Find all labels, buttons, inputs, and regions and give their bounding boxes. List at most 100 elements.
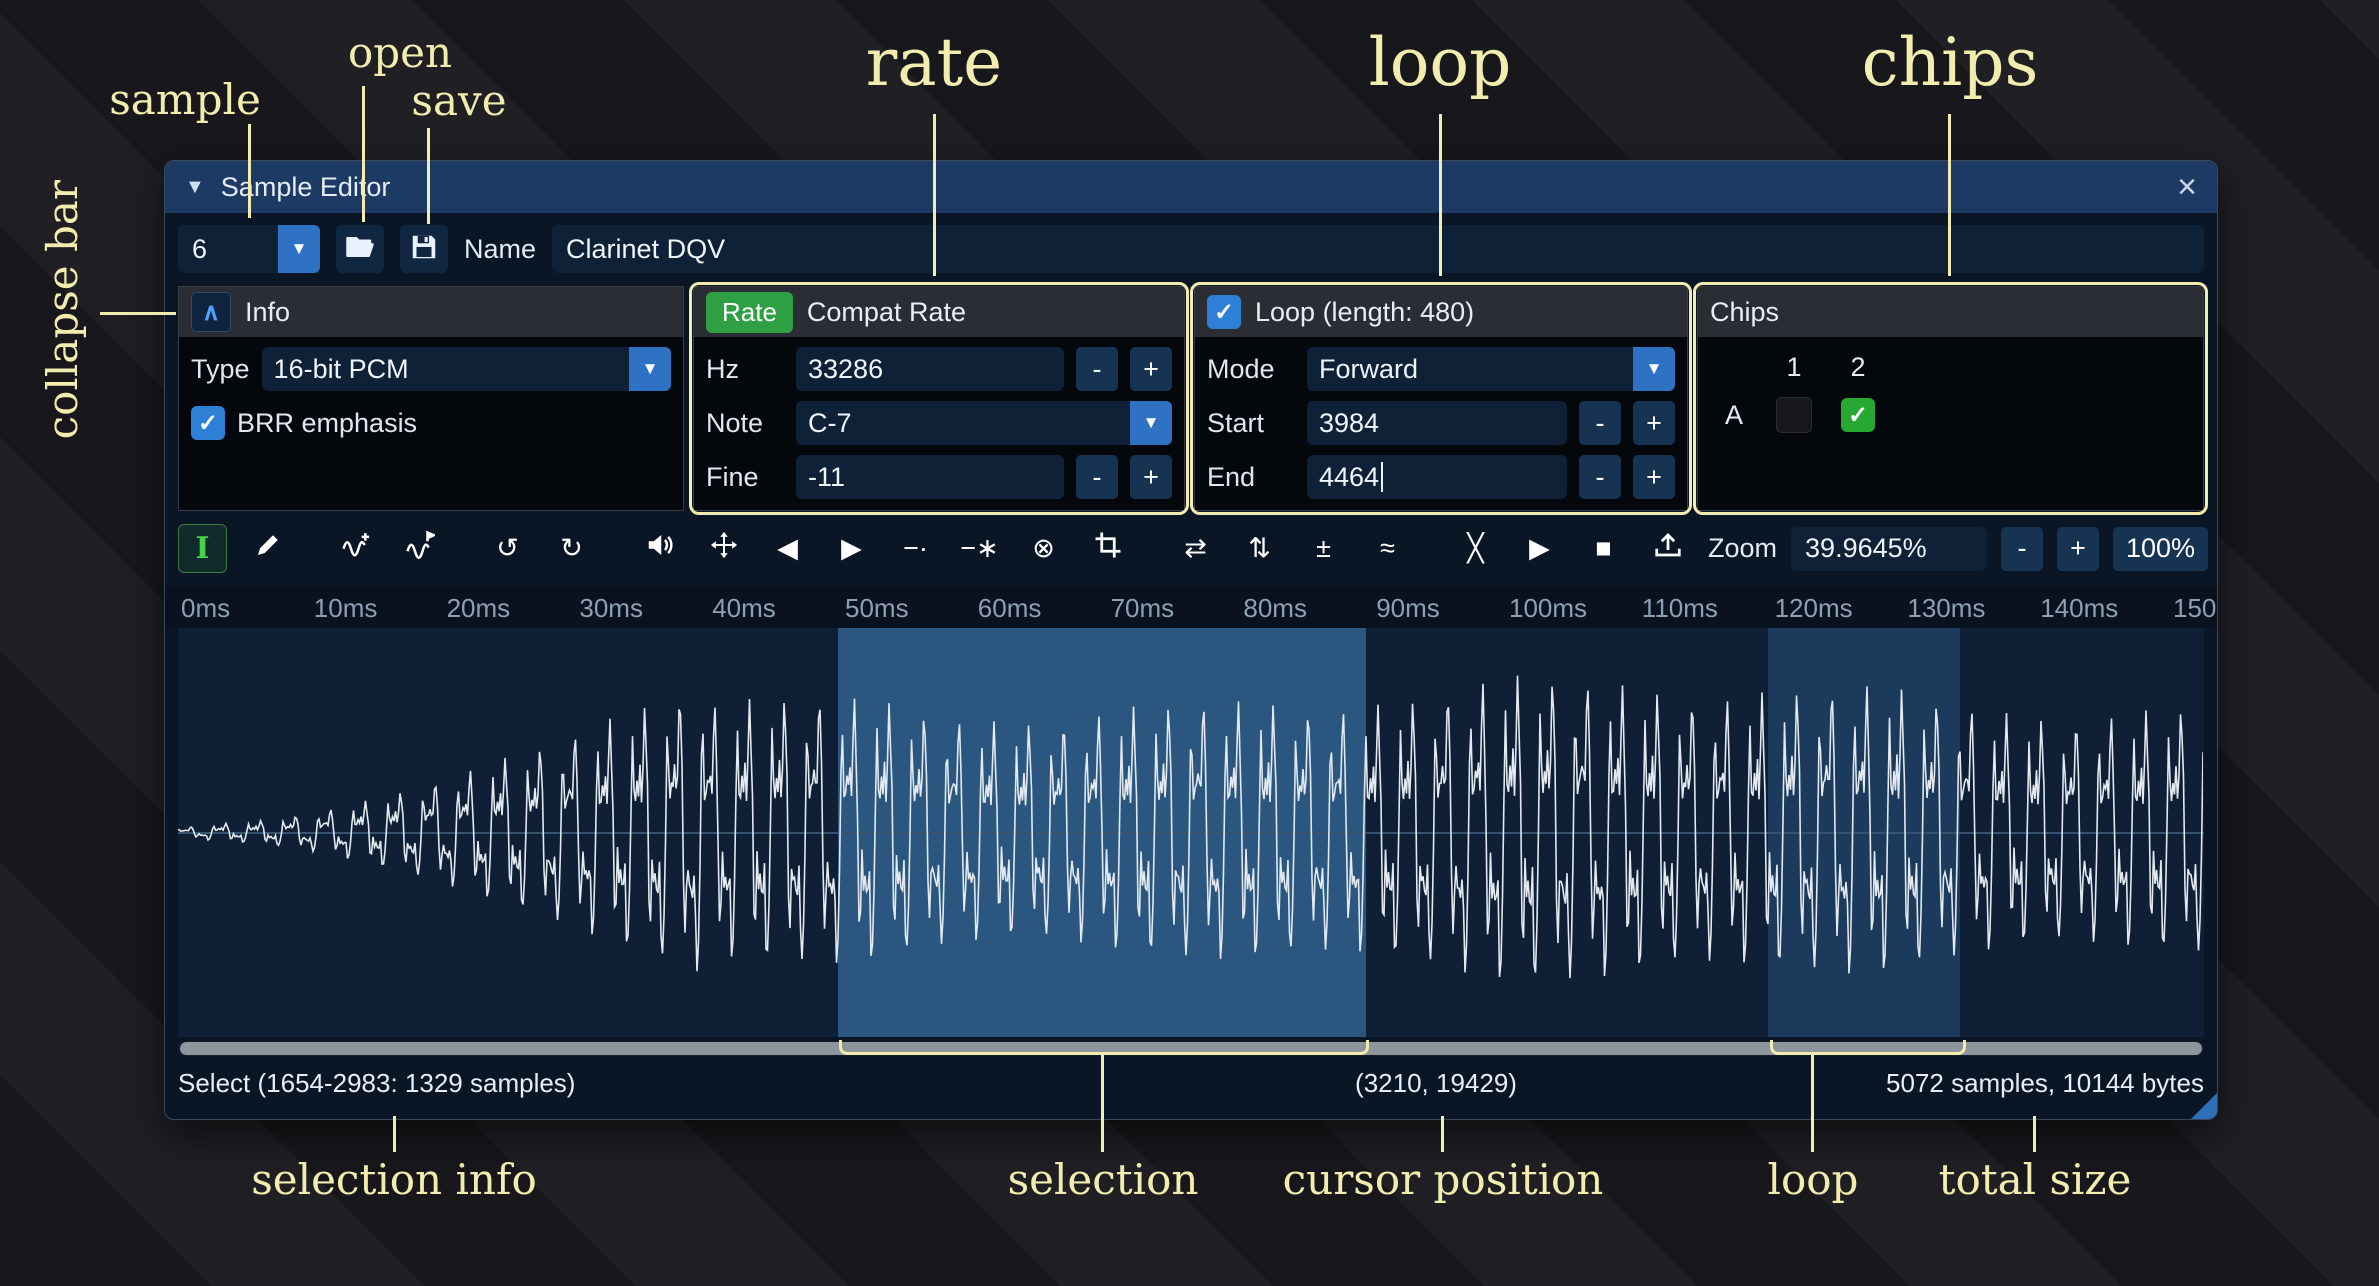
fine-plus-button[interactable]: +	[1130, 455, 1172, 499]
loop-start-input[interactable]: 3984	[1307, 401, 1567, 445]
loop-end-plus-button[interactable]: +	[1633, 455, 1675, 499]
undo-button[interactable]: ↺	[484, 525, 531, 572]
status-bar: Select (1654-2983: 1329 samples) (3210, …	[165, 1060, 2217, 1106]
page: sample open save rate loop chips collaps…	[0, 0, 2379, 1286]
loop-mode-select[interactable]: Forward ▼	[1307, 347, 1675, 391]
note-select[interactable]: C-7 ▼	[796, 401, 1172, 445]
rate-panel-title: Compat Rate	[807, 297, 966, 328]
loop-end-minus-button[interactable]: -	[1579, 455, 1621, 499]
delete-button[interactable]: ⊗	[1020, 525, 1067, 572]
name-input[interactable]: Clarinet DQV	[552, 225, 2204, 273]
annotation-collapse-bar: collapse bar	[38, 180, 87, 439]
sign-button[interactable]: ±	[1300, 525, 1347, 572]
open-button[interactable]	[336, 225, 384, 273]
name-value: Clarinet DQV	[566, 234, 725, 265]
waveform-view[interactable]	[178, 628, 2204, 1037]
rate-panel-header: Rate Compat Rate	[694, 287, 1184, 337]
draw-tool-icon	[253, 530, 283, 567]
zoom-input[interactable]: 39.9645%	[1791, 527, 1987, 571]
type-select[interactable]: 16-bit PCM ▼	[262, 347, 671, 391]
chip-2-checkbox[interactable]: ✓	[1841, 398, 1875, 432]
hz-minus-button[interactable]: -	[1076, 347, 1118, 391]
chip-1-checkbox[interactable]	[1776, 397, 1812, 433]
amplify-button[interactable]	[636, 525, 683, 572]
loop-start-row: Start 3984 - +	[1207, 401, 1675, 445]
loop-enable-checkbox[interactable]: ✓	[1207, 295, 1241, 329]
mode-label: Mode	[1207, 354, 1295, 385]
collapse-bar-button[interactable]: ∧	[191, 292, 231, 332]
create-wavetable-icon	[1653, 530, 1683, 567]
select-tool-icon: I	[195, 531, 209, 566]
loop-start-minus-button[interactable]: -	[1579, 401, 1621, 445]
sample-selector[interactable]: 6 ▼	[178, 225, 320, 273]
redo-button[interactable]: ↻	[548, 525, 595, 572]
trim-button[interactable]	[1084, 525, 1131, 572]
crossfade-button[interactable]: ╳	[1452, 525, 1499, 572]
dropdown-arrow-icon[interactable]: ▼	[1633, 347, 1675, 391]
rate-mode-button[interactable]: Rate	[706, 292, 793, 333]
loop-bracket	[1770, 1040, 1966, 1055]
save-button[interactable]	[400, 225, 448, 273]
annotation-line	[1811, 1052, 1814, 1152]
dropdown-arrow-icon[interactable]: ▼	[629, 347, 671, 391]
loop-end-input[interactable]: 4464	[1307, 455, 1567, 499]
sample-selector-value: 6	[178, 225, 278, 273]
ruler-label: 120ms	[1775, 593, 1853, 624]
annotation-save: save	[411, 76, 506, 125]
panels-row: ∧ Info Type 16-bit PCM ▼ ✓ BRR emphasis	[165, 273, 2217, 511]
window-resize-grip[interactable]	[2191, 1093, 2217, 1119]
mode-row: Mode Forward ▼	[1207, 347, 1675, 391]
fine-input[interactable]: -11	[796, 455, 1064, 499]
zoom-reset-button[interactable]: 100%	[2113, 527, 2208, 571]
type-value: 16-bit PCM	[262, 347, 629, 391]
text-caret	[1381, 462, 1383, 492]
trim-icon	[1093, 530, 1123, 567]
annotation-total-size: total size	[1939, 1155, 2132, 1204]
zoom-plus-button[interactable]: +	[2057, 527, 2099, 571]
annotation-cursor-position: cursor position	[1283, 1155, 1604, 1204]
select-tool-button[interactable]: I	[178, 524, 227, 573]
zoom-minus-button[interactable]: -	[2001, 527, 2043, 571]
info-panel-header: ∧ Info	[179, 287, 683, 337]
type-label: Type	[191, 354, 250, 385]
hz-plus-button[interactable]: +	[1130, 347, 1172, 391]
invert-button[interactable]: ⇅	[1236, 525, 1283, 572]
save-floppy-icon	[409, 232, 439, 267]
crossfade-icon: ╳	[1467, 533, 1483, 564]
ruler-label: 130ms	[1907, 593, 1985, 624]
zoom-label: Zoom	[1708, 533, 1777, 564]
note-row: Note C-7 ▼	[706, 401, 1172, 445]
filter-button[interactable]: ≈	[1364, 525, 1411, 572]
brr-emphasis-checkbox[interactable]: ✓	[191, 406, 225, 440]
amplify-icon	[645, 530, 675, 567]
annotation-loop: loop	[1369, 24, 1512, 101]
resample-button[interactable]	[396, 525, 443, 572]
preview-button[interactable]: ▶	[1516, 525, 1563, 572]
create-wavetable-button[interactable]	[1644, 525, 1691, 572]
draw-tool-button[interactable]	[244, 525, 291, 572]
dropdown-arrow-icon[interactable]: ▼	[278, 225, 320, 273]
fade-out-button[interactable]: ▶	[828, 525, 875, 572]
hz-input[interactable]: 33286	[796, 347, 1064, 391]
reverse-button[interactable]: ⇄	[1172, 525, 1219, 572]
dropdown-arrow-icon[interactable]: ▼	[1130, 401, 1172, 445]
check-icon: ✓	[1848, 401, 1868, 430]
window-collapse-icon[interactable]: ▼	[185, 176, 205, 199]
preview-icon: ▶	[1529, 533, 1550, 564]
loop-start-plus-button[interactable]: +	[1633, 401, 1675, 445]
cursor-position-text: (3210, 19429)	[1355, 1068, 1517, 1099]
resize-button[interactable]	[332, 525, 379, 572]
fine-minus-button[interactable]: -	[1076, 455, 1118, 499]
annotation-line	[1441, 1116, 1444, 1152]
apply-silence-icon: −∗	[960, 533, 998, 564]
apply-silence-button[interactable]: −∗	[956, 525, 1003, 572]
stop-preview-button[interactable]: ■	[1580, 525, 1627, 572]
normalize-icon	[709, 530, 739, 567]
annotation-line	[1439, 114, 1442, 276]
loop-panel-header: ✓ Loop (length: 480)	[1195, 287, 1687, 337]
normalize-button[interactable]	[700, 525, 747, 572]
fade-in-button[interactable]: ◀	[764, 525, 811, 572]
annotation-selection: selection	[1008, 1155, 1199, 1204]
close-icon[interactable]: ×	[2177, 170, 2197, 204]
insert-silence-button[interactable]: −·	[892, 525, 939, 572]
